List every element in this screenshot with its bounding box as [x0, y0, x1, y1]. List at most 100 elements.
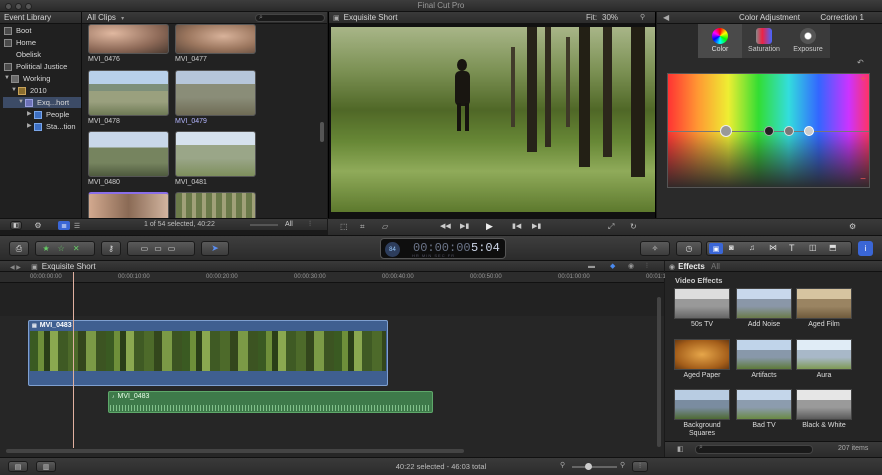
- audio-skimming-icon[interactable]: ◆: [610, 261, 615, 272]
- timeline-ruler[interactable]: 00:00:00:00 00:00:10:00 00:00:20:00 00:0…: [0, 272, 678, 283]
- clip-thumbnail[interactable]: MVI_0476: [88, 24, 169, 65]
- zoom-out-icon[interactable]: ⚲: [560, 461, 565, 469]
- clip-size-slider[interactable]: [250, 224, 278, 226]
- disclosure-triangle-icon[interactable]: ▶: [27, 109, 34, 120]
- disclosure-triangle-icon[interactable]: ▼: [11, 85, 18, 96]
- effect-50s-tv[interactable]: 50s TV: [674, 288, 730, 329]
- list-view-icon[interactable]: ☰: [72, 221, 82, 230]
- effect-aged-film[interactable]: Aged Film: [796, 288, 852, 329]
- effect-artifacts[interactable]: Artifacts: [736, 339, 792, 380]
- keyword-icon[interactable]: ⚷: [101, 241, 121, 256]
- disclosure-triangle-icon[interactable]: ▼: [18, 97, 25, 108]
- transitions-icon[interactable]: ⋈: [769, 243, 777, 252]
- select-tool-icon[interactable]: ➤: [201, 241, 229, 256]
- audio-clip[interactable]: ♪ MVI_0483: [108, 391, 433, 413]
- global-puck[interactable]: [720, 125, 732, 137]
- gear-icon[interactable]: ⚙: [849, 222, 856, 231]
- clip-thumbnail[interactable]: MVI_0479: [175, 70, 256, 127]
- gear-icon[interactable]: ⚙: [32, 221, 44, 230]
- solo-icon[interactable]: ◉: [628, 261, 634, 272]
- effects-search-input[interactable]: [695, 445, 813, 454]
- effect-bad-tv[interactable]: Bad TV: [736, 389, 792, 430]
- clip-thumbnail[interactable]: [175, 192, 256, 218]
- show-hide-library-icon[interactable]: ◧: [10, 221, 22, 230]
- video-clip[interactable]: ▤ MVI_0483: [28, 320, 388, 386]
- disclosure-triangle-icon[interactable]: ▶: [27, 121, 34, 132]
- timeline-vertical-scrollbar[interactable]: [657, 297, 661, 447]
- distort-icon[interactable]: ▱: [382, 222, 388, 231]
- import-media-icon[interactable]: ⎙: [9, 241, 29, 256]
- library-item-people[interactable]: ▶ People: [27, 109, 69, 120]
- retime-icon[interactable]: ◷: [676, 241, 702, 256]
- loop-icon[interactable]: ↻: [630, 222, 637, 231]
- tab-exposure[interactable]: Exposure: [786, 24, 830, 58]
- clip-thumbnail[interactable]: MVI_0480: [88, 131, 169, 188]
- duration-filter[interactable]: All: [285, 221, 293, 228]
- info-icon[interactable]: i: [858, 241, 873, 256]
- zoom-dropdown[interactable]: 30%: [602, 12, 618, 24]
- crop-icon[interactable]: ⌗: [360, 222, 365, 232]
- library-item-working[interactable]: ▼ Working: [4, 73, 50, 84]
- snapping-icon[interactable]: ⫶: [646, 261, 648, 272]
- reset-icon[interactable]: ↶: [857, 58, 864, 67]
- previous-edit-icon[interactable]: ▮◀: [512, 222, 521, 230]
- background-tasks-indicator[interactable]: 84: [385, 242, 400, 257]
- clip-appearance-icon[interactable]: ⫶: [632, 461, 648, 472]
- library-item-station[interactable]: ▶ Sta...tion: [27, 121, 76, 132]
- play-backward-icon[interactable]: ◀◀: [440, 222, 451, 230]
- library-item-2010[interactable]: ▼ 2010: [11, 85, 47, 96]
- library-item-boot[interactable]: Boot: [4, 25, 31, 36]
- disclosure-triangle-icon[interactable]: ▼: [4, 73, 11, 84]
- rating-buttons[interactable]: ★☆✕: [35, 241, 95, 256]
- fullscreen-icon[interactable]: ⤢: [608, 222, 614, 232]
- titles-icon[interactable]: T: [789, 243, 795, 253]
- effect-aged-paper[interactable]: Aged Paper: [674, 339, 730, 380]
- sidebar-toggle-icon[interactable]: ◧: [677, 445, 684, 453]
- clip-filter-dropdown[interactable]: All Clips: [87, 13, 116, 22]
- next-edit-icon[interactable]: ▶▮: [532, 222, 541, 230]
- effect-add-noise[interactable]: Add Noise: [736, 288, 792, 329]
- themes-icon[interactable]: ⬒: [829, 243, 837, 252]
- library-item-obelisk[interactable]: Obelisk: [4, 49, 41, 60]
- zoom-slider[interactable]: [572, 466, 617, 468]
- transform-icon[interactable]: ⬚: [340, 222, 348, 231]
- effect-background-squares[interactable]: Background Squares: [674, 389, 730, 438]
- zoom-slider-knob[interactable]: [585, 463, 592, 470]
- view-options-icon[interactable]: ⚲: [640, 12, 645, 24]
- library-item-political-justice[interactable]: Political Justice: [4, 61, 67, 72]
- color-board[interactable]: + −: [667, 73, 870, 188]
- play-icon[interactable]: ▶: [486, 221, 493, 232]
- library-item-exquisite-short[interactable]: ▼ Exq...hort: [3, 97, 81, 108]
- tab-saturation[interactable]: Saturation: [742, 24, 786, 58]
- edit-buttons[interactable]: ▭▭▭: [127, 241, 195, 256]
- effect-aura[interactable]: Aura: [796, 339, 852, 380]
- midtones-puck[interactable]: [784, 126, 794, 136]
- timeline-horizontal-scrollbar[interactable]: [6, 449, 464, 453]
- skimming-icon[interactable]: ▬: [588, 261, 595, 272]
- effects-category-filter[interactable]: All: [711, 262, 720, 271]
- zoom-in-icon[interactable]: ⚲: [620, 461, 625, 469]
- history-back-icon[interactable]: ◀ ▶: [10, 265, 21, 271]
- generators-icon[interactable]: ◫: [809, 243, 817, 252]
- highlights-puck[interactable]: [804, 126, 814, 136]
- music-icon[interactable]: ♫: [749, 243, 755, 252]
- filmstrip-view-icon[interactable]: ≣: [58, 221, 70, 230]
- dashboard-timecode[interactable]: 84 00:00:00 5:04 HR MIN SEC FR: [380, 238, 506, 259]
- back-icon[interactable]: ◀: [663, 12, 669, 24]
- library-item-home[interactable]: Home: [4, 37, 36, 48]
- photos-icon[interactable]: ◙: [729, 243, 734, 252]
- effect-black-white[interactable]: Black & White: [796, 389, 852, 430]
- correction-dropdown[interactable]: Correction 1: [820, 12, 864, 24]
- step-forward-icon[interactable]: ▶▮: [460, 222, 469, 230]
- browser-scrollbar[interactable]: [320, 122, 324, 142]
- clip-thumbnail[interactable]: [88, 192, 169, 218]
- shadows-puck[interactable]: [764, 126, 774, 136]
- collapse-icon[interactable]: ◉: [669, 264, 675, 271]
- clip-thumbnail[interactable]: MVI_0477: [175, 24, 256, 65]
- inspector-icon[interactable]: ▣: [709, 243, 723, 254]
- clip-appearance-icon[interactable]: ⫶: [305, 220, 315, 230]
- search-input[interactable]: [255, 14, 325, 22]
- playhead[interactable]: [73, 272, 74, 448]
- enhancements-icon[interactable]: ✧: [640, 241, 670, 256]
- clip-thumbnail[interactable]: MVI_0481: [175, 131, 256, 188]
